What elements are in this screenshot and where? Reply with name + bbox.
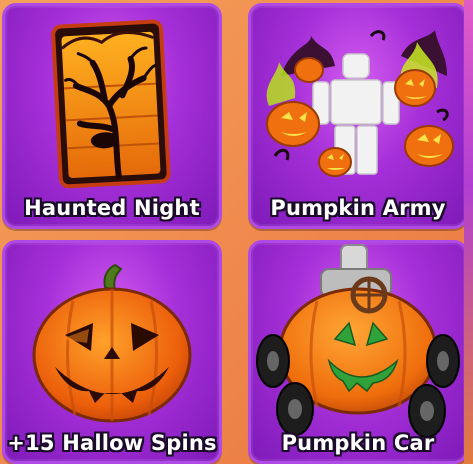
jack-o-lantern-icon	[32, 263, 192, 423]
reward-card-hallow-spins[interactable]: +15 Hallow Spins	[2, 240, 222, 464]
reward-card-haunted-night[interactable]: Haunted Night	[2, 3, 222, 229]
reward-card-pumpkin-car[interactable]: Pumpkin Car	[248, 240, 468, 464]
reward-card-pumpkin-army[interactable]: Pumpkin Army	[248, 3, 468, 229]
pumpkin-army-icon	[266, 30, 454, 177]
reward-label: Haunted Night	[24, 196, 200, 220]
side-panel-edge	[464, 0, 473, 464]
rewards-grid: Haunted Night Pumpkin Army +15 Hallow Sp…	[0, 0, 473, 464]
haunted-night-banner-icon	[51, 19, 171, 189]
reward-label: Pumpkin Car	[281, 431, 435, 455]
reward-label: +15 Hallow Spins	[7, 431, 217, 455]
reward-label: Pumpkin Army	[270, 196, 446, 220]
pumpkin-car-icon	[256, 244, 460, 438]
